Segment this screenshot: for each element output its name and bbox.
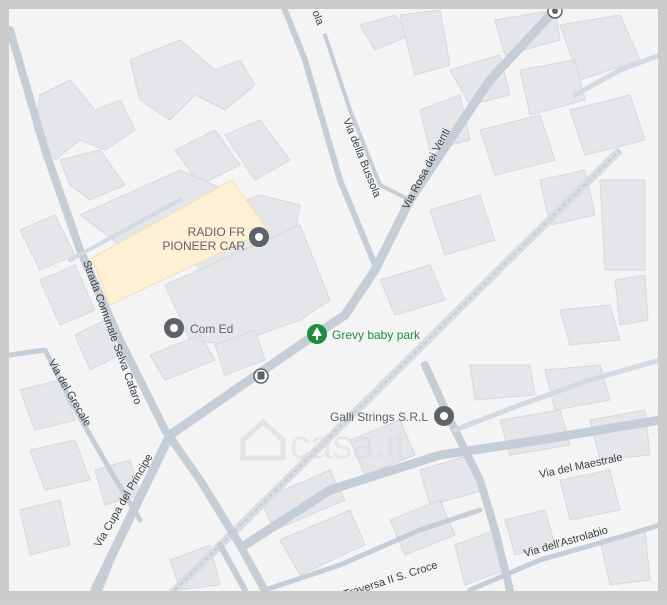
poi-label: Galli Strings S.R.L	[330, 410, 428, 424]
poi-label: Grevy baby park	[332, 328, 421, 342]
map-view[interactable]: Via Rosa dei Venti Via della Bussola Str…	[0, 0, 667, 604]
poi-label: PIONEER CAR	[162, 239, 245, 253]
poi-label: Com Ed	[190, 322, 233, 336]
building-block	[599, 179, 646, 271]
map-canvas[interactable]: Via Rosa dei Venti Via della Bussola Str…	[0, 0, 667, 604]
building-block	[559, 304, 621, 346]
pin-icon-inner	[170, 324, 178, 332]
pin-icon[interactable]	[547, 3, 563, 19]
pin-icon-inner	[255, 233, 263, 241]
building-block	[469, 364, 536, 401]
pin-icon-inner	[440, 412, 448, 420]
poi-label: RADIO FR	[188, 225, 246, 239]
watermark-text: casa.it	[290, 423, 406, 467]
bus-stop-icon[interactable]	[253, 368, 269, 384]
building-block	[614, 274, 649, 326]
